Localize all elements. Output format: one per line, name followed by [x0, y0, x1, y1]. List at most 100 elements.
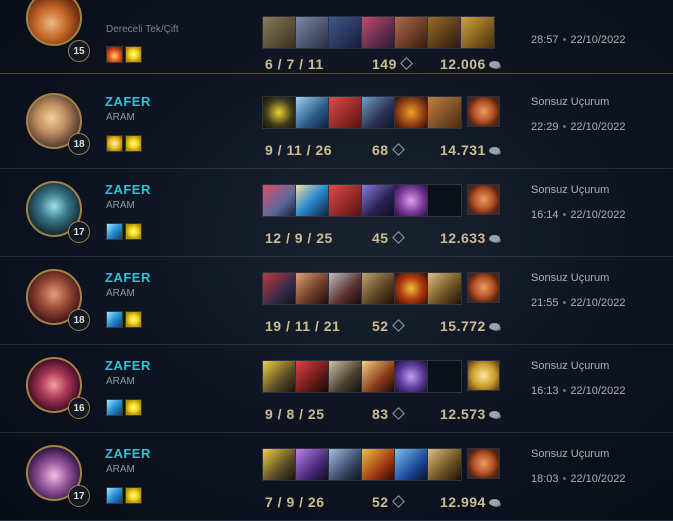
champion-level-badge: 15 [68, 40, 90, 62]
ignite-icon [106, 46, 123, 63]
separator-dot: • [562, 297, 567, 309]
gold-value: 12.994 [440, 494, 486, 510]
item-bar [262, 272, 462, 305]
item-bar [262, 184, 462, 217]
queue-type: ARAM [106, 288, 135, 299]
flash-icon [125, 46, 142, 63]
item-icon [296, 185, 329, 216]
item-icon [461, 17, 494, 48]
kda-score: 9 / 11 / 26 [265, 142, 332, 158]
match-result: ZAFER [105, 94, 151, 109]
match-row[interactable]: 15 Dereceli Tek/Çift 6 / 7 / 11 149 12.0… [0, 0, 673, 74]
item-icon [428, 17, 461, 48]
match-row[interactable]: 18 ZAFER ARAM 9 / 11 / 26 68 14.731 Sons… [0, 81, 673, 169]
gold-earned: 12.633 [440, 230, 500, 246]
ward-icon [467, 360, 500, 391]
item-icon [362, 185, 395, 216]
item-icon [428, 97, 461, 128]
gold-value: 14.731 [440, 142, 486, 158]
item-icon [395, 97, 428, 128]
match-row[interactable]: 17 ZAFER ARAM 12 / 9 / 25 45 12.633 Sons… [0, 169, 673, 257]
map-name: Sonsuz Uçurum [531, 448, 610, 460]
match-date: 22/10/2022 [570, 121, 626, 133]
item-icon [395, 361, 428, 392]
gold-coins-icon [488, 147, 500, 154]
item-icon [296, 361, 329, 392]
match-date: 22/10/2022 [570, 473, 626, 485]
minion-icon [391, 495, 405, 508]
creep-score-value: 149 [372, 56, 397, 72]
map-name: Sonsuz Uçurum [531, 272, 610, 284]
match-duration: 28:57 [531, 34, 559, 46]
gold-earned: 14.731 [440, 142, 500, 158]
queue-type: ARAM [106, 112, 135, 123]
creep-score: 45 [372, 230, 405, 246]
match-row[interactable]: 16 ZAFER ARAM 9 / 8 / 25 83 12.573 Sonsu… [0, 345, 673, 433]
empty-item-slot [428, 361, 461, 392]
item-bar [262, 360, 462, 393]
item-icon [362, 273, 395, 304]
match-date: 22/10/2022 [570, 297, 626, 309]
item-icon [263, 449, 296, 480]
gold-earned: 12.006 [440, 56, 500, 72]
poro-snax-icon [467, 272, 500, 303]
item-icon [296, 449, 329, 480]
item-icon [329, 449, 362, 480]
match-duration: 16:14 [531, 209, 559, 221]
match-result: ZAFER [105, 182, 151, 197]
match-row[interactable]: 17 ZAFER ARAM 7 / 9 / 26 52 12.994 Sonsu… [0, 433, 673, 521]
creep-score-value: 83 [372, 406, 389, 422]
match-row[interactable]: 18 ZAFER ARAM 19 / 11 / 21 52 15.772 Son… [0, 257, 673, 345]
item-icon [428, 449, 461, 480]
champion-level-badge: 17 [68, 485, 90, 507]
item-icon [329, 361, 362, 392]
item-icon [296, 17, 329, 48]
item-icon [395, 449, 428, 480]
gold-value: 15.772 [440, 318, 486, 334]
empty-item-slot [428, 185, 461, 216]
minion-icon [399, 57, 413, 70]
flash-icon [125, 399, 142, 416]
gold-value: 12.633 [440, 230, 486, 246]
gold-value: 12.573 [440, 406, 486, 422]
minion-icon [391, 319, 405, 332]
item-icon [296, 97, 329, 128]
flash-icon [125, 311, 142, 328]
item-icon [362, 361, 395, 392]
ghost-icon [106, 399, 123, 416]
gold-value: 12.006 [440, 56, 486, 72]
separator-dot: • [562, 209, 567, 221]
gold-coins-icon [488, 411, 500, 418]
gold-earned: 15.772 [440, 318, 500, 334]
kda-score: 7 / 9 / 26 [265, 494, 325, 510]
poro-snax-icon [467, 448, 500, 479]
creep-score: 83 [372, 406, 405, 422]
queue-type: ARAM [106, 200, 135, 211]
queue-type: ARAM [106, 376, 135, 387]
kda-score: 19 / 11 / 21 [265, 318, 341, 334]
ghost-icon [106, 311, 123, 328]
match-time: 21:55 • 22/10/2022 [531, 297, 625, 309]
ghost-icon [106, 487, 123, 504]
flash-icon [125, 135, 142, 152]
gold-earned: 12.573 [440, 406, 500, 422]
kda-score: 9 / 8 / 25 [265, 406, 325, 422]
champion-level-badge: 16 [68, 397, 90, 419]
item-icon [263, 273, 296, 304]
map-name: Sonsuz Uçurum [531, 360, 610, 372]
queue-type: Dereceli Tek/Çift [106, 24, 179, 35]
item-icon [362, 449, 395, 480]
match-time: 16:13 • 22/10/2022 [531, 385, 625, 397]
creep-score-value: 52 [372, 494, 389, 510]
champion-level-badge: 18 [68, 133, 90, 155]
gold-coins-icon [488, 323, 500, 330]
creep-score-value: 52 [372, 318, 389, 334]
item-icon [428, 273, 461, 304]
match-date: 22/10/2022 [570, 385, 626, 397]
item-bar [262, 448, 462, 481]
champion-level-badge: 18 [68, 309, 90, 331]
minion-icon [391, 143, 405, 156]
separator-dot: • [562, 121, 567, 133]
ghost-icon [106, 223, 123, 240]
item-bar [262, 16, 495, 49]
